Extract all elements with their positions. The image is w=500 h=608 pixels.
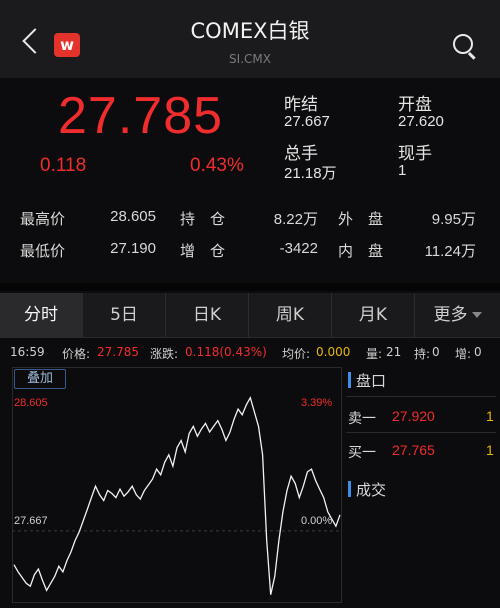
tab-more[interactable]: 更多 xyxy=(415,293,500,337)
y-mid-label: 27.667 xyxy=(14,515,48,527)
info-hold: 0 xyxy=(432,345,440,359)
current-hand-label: 现手 xyxy=(398,144,432,164)
prev-close-value: 27.667 xyxy=(284,113,330,130)
info-inc: 0 xyxy=(474,345,482,359)
section-divider xyxy=(0,283,500,291)
orderbook-divider xyxy=(346,432,496,433)
info-inc-label: 增: xyxy=(455,347,472,361)
open-label: 开盘 xyxy=(398,95,432,115)
buy1-label: 买一 xyxy=(348,445,376,461)
low-label: 最低价 xyxy=(20,242,66,260)
overlay-button[interactable]: 叠加 xyxy=(14,369,66,389)
price-change-pct: 0.43% xyxy=(190,155,244,176)
price-series-line xyxy=(13,396,341,595)
high-value: 28.605 xyxy=(110,208,156,225)
orderbook-divider xyxy=(346,396,496,397)
info-change: 0.118(0.43%) xyxy=(185,345,267,359)
outer-label: 外 盘 xyxy=(338,210,384,228)
buy1-qty: 1 xyxy=(486,442,494,458)
current-hand-value: 1 xyxy=(398,162,407,179)
info-vol: 21 xyxy=(386,345,402,359)
position-label: 持 仓 xyxy=(180,210,226,228)
info-vol-label: 量: xyxy=(366,347,383,361)
position-value: 8.22万 xyxy=(273,211,318,228)
tab-monthly-k[interactable]: 月K xyxy=(332,293,415,337)
open-value: 27.620 xyxy=(398,113,444,130)
high-label: 最高价 xyxy=(20,210,66,228)
volume-value: 21.18万 xyxy=(284,165,337,182)
symbol-code: SI.CMX xyxy=(229,52,271,66)
sell1-label: 卖一 xyxy=(348,411,376,427)
trades-title: 成交 xyxy=(356,481,387,499)
info-time: 16:59 xyxy=(10,345,45,359)
info-hold-label: 持: xyxy=(414,347,431,361)
y-max-label: 28.605 xyxy=(14,397,48,409)
chevron-down-icon xyxy=(471,312,482,318)
top-bar: w COMEX白银 SI.CMX xyxy=(0,0,500,78)
price-change: 0.118 xyxy=(40,155,87,176)
chart-period-tabs: 分时 5日 日K 周K 月K 更多 xyxy=(0,293,500,338)
orderbook-title: 盘口 xyxy=(356,372,387,390)
chart-frame xyxy=(12,367,342,603)
volume-label: 总手 xyxy=(284,144,318,164)
outer-value: 9.95万 xyxy=(431,211,476,228)
inner-value: 11.24万 xyxy=(424,243,476,260)
page-title: COMEX白银 xyxy=(190,19,310,43)
buy1-price: 27.765 xyxy=(392,442,435,458)
tab-5day[interactable]: 5日 xyxy=(83,293,166,337)
tab-intraday[interactable]: 分时 xyxy=(0,293,83,337)
crosshair-info-line: 16:59 价格: 27.785 涨跌: 0.118(0.43%) 均价: 0.… xyxy=(0,345,500,363)
info-avg: 0.000 xyxy=(316,345,351,359)
pct-mid-label: 0.00% xyxy=(301,515,333,527)
sell1-price: 27.920 xyxy=(392,408,435,424)
last-price: 27.785 xyxy=(58,87,224,145)
increase-value: -3422 xyxy=(279,240,318,257)
low-value: 27.190 xyxy=(110,240,156,257)
increase-label: 增 仓 xyxy=(180,242,226,260)
pct-max-label: 3.39% xyxy=(301,397,333,409)
info-avg-label: 均价: xyxy=(282,347,311,361)
info-price: 27.785 xyxy=(97,345,139,359)
tab-daily-k[interactable]: 日K xyxy=(166,293,249,337)
trades-marker xyxy=(348,481,351,497)
tab-weekly-k[interactable]: 周K xyxy=(249,293,332,337)
intraday-chart[interactable] xyxy=(12,367,342,603)
search-icon[interactable] xyxy=(453,34,473,54)
prev-close-label: 昨结 xyxy=(284,95,318,115)
info-price-label: 价格: xyxy=(62,347,91,361)
inner-label: 内 盘 xyxy=(338,242,384,260)
orderbook-marker xyxy=(348,372,351,388)
info-change-label: 涨跌: xyxy=(150,347,179,361)
sell1-qty: 1 xyxy=(486,408,494,424)
